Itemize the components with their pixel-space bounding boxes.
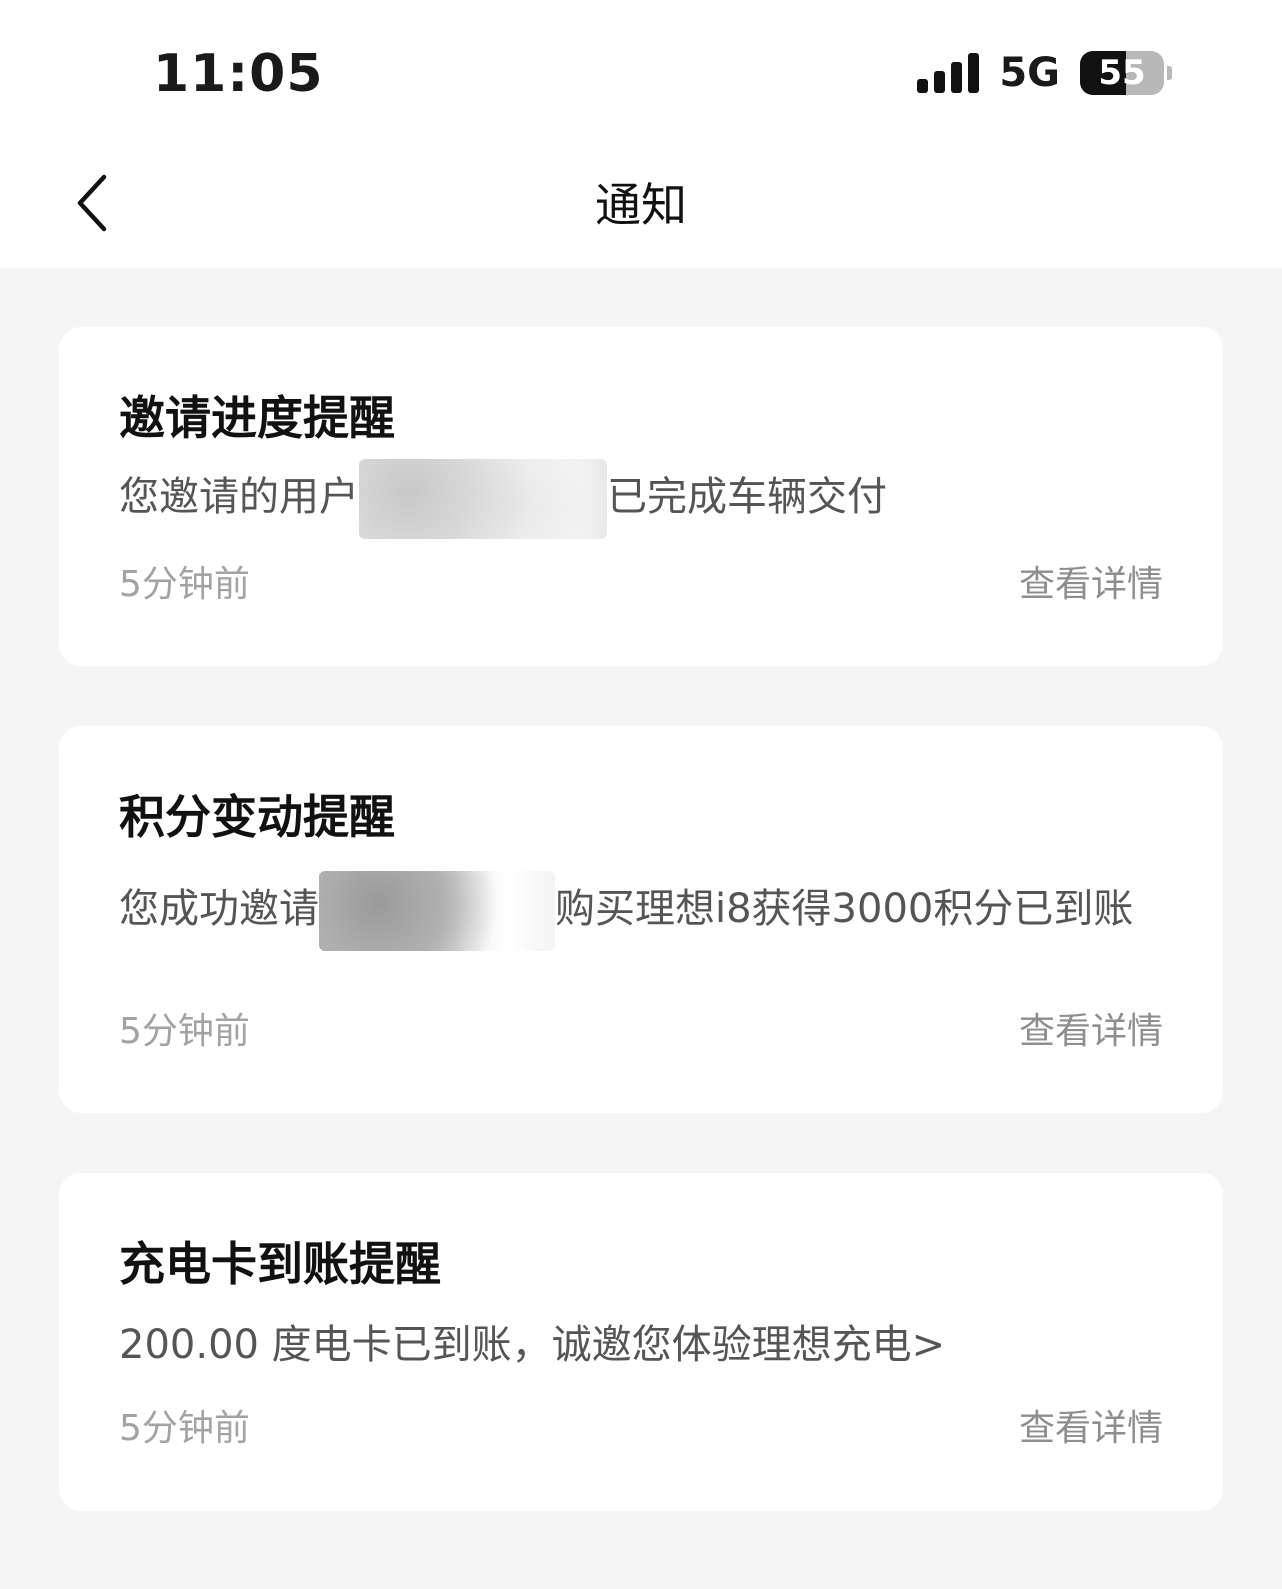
view-details-link[interactable]: 查看详情 [1019,563,1163,607]
status-indicators: 5G 55 [917,48,1172,98]
battery-level: 55 [1098,53,1146,93]
redacted-username [319,871,555,951]
signal-icon [917,53,980,93]
page-title: 通知 [595,178,687,232]
notification-time: 5分钟前 [119,1011,250,1052]
notification-body: 您邀请的用户 已完成车辆交付 [119,459,1159,539]
network-type: 5G [999,50,1060,96]
status-time: 11:05 [153,44,324,104]
notification-title: 充电卡到账提醒 [119,1237,441,1291]
notification-time: 5分钟前 [119,564,250,605]
header: 11:05 5G 55 通知 [0,0,1282,268]
notification-body[interactable]: 200.00 度电卡已到账，诚邀您体验理想充电> [119,1320,1159,1370]
notification-title: 积分变动提醒 [119,790,395,844]
notification-card[interactable]: 充电卡到账提醒 200.00 度电卡已到账，诚邀您体验理想充电> 5分钟前 查看… [59,1173,1223,1511]
notification-time: 5分钟前 [119,1408,250,1449]
notification-body: 您成功邀请 购买理想i8获得3000积分已到账 [119,871,1159,951]
notification-card[interactable]: 邀请进度提醒 您邀请的用户 已完成车辆交付 5分钟前 查看详情 [59,327,1223,666]
view-details-link[interactable]: 查看详情 [1019,1010,1163,1054]
notification-card[interactable]: 积分变动提醒 您成功邀请 购买理想i8获得3000积分已到账 5分钟前 查看详情 [59,726,1223,1113]
notification-title: 邀请进度提醒 [119,391,395,445]
view-details-link[interactable]: 查看详情 [1019,1407,1163,1451]
battery-icon: 55 [1080,51,1172,95]
redacted-username [359,459,607,539]
